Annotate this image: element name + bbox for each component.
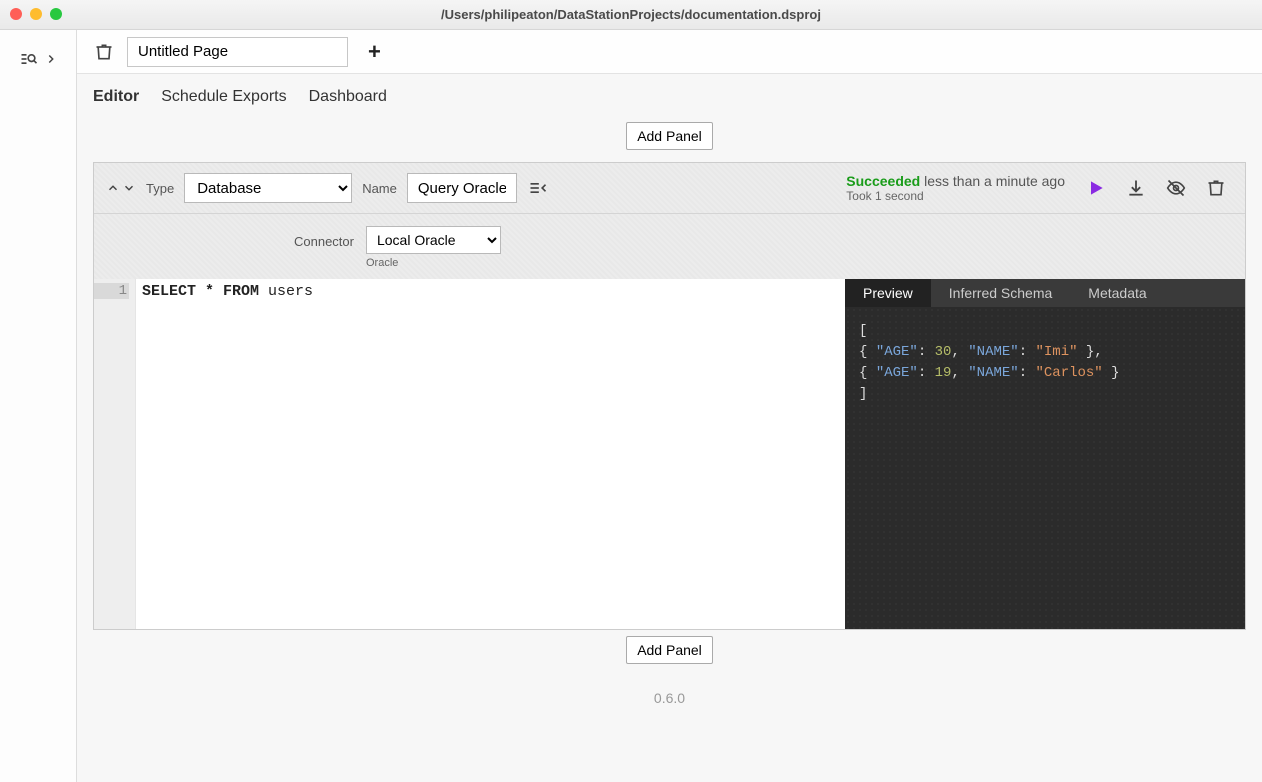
tab-editor[interactable]: Editor bbox=[93, 88, 139, 106]
close-window-button[interactable] bbox=[10, 8, 22, 20]
run-panel-icon[interactable] bbox=[1085, 177, 1107, 199]
panel-type-select[interactable]: Database bbox=[184, 173, 352, 203]
download-results-icon[interactable] bbox=[1125, 177, 1147, 199]
app-version: 0.6.0 bbox=[77, 676, 1262, 720]
hide-results-icon[interactable] bbox=[1165, 177, 1187, 199]
tab-schedule-exports[interactable]: Schedule Exports bbox=[161, 88, 286, 106]
editor-code[interactable]: SELECT * FROM users bbox=[136, 279, 845, 629]
result-pane: Preview Inferred Schema Metadata [ { "AG… bbox=[845, 279, 1245, 629]
sidebar-expand-icon[interactable] bbox=[44, 48, 58, 70]
panel-name-input[interactable] bbox=[407, 173, 517, 203]
window-titlebar: /Users/philipeaton/DataStationProjects/d… bbox=[0, 0, 1262, 30]
type-label: Type bbox=[146, 181, 174, 196]
add-page-button[interactable]: + bbox=[360, 39, 389, 65]
collapse-panel-icon[interactable] bbox=[527, 177, 549, 199]
result-tab-bar: Preview Inferred Schema Metadata bbox=[845, 279, 1245, 307]
line-number: 1 bbox=[94, 283, 129, 299]
status-duration: Took 1 second bbox=[846, 189, 1065, 203]
editor-gutter: 1 bbox=[94, 279, 136, 629]
name-label: Name bbox=[362, 181, 397, 196]
status-relative-time: less than a minute ago bbox=[924, 173, 1065, 189]
query-panel: Type Database Name Succeeded less th bbox=[93, 162, 1246, 630]
panel-connector-row: Connector Local Oracle Oracle bbox=[94, 214, 1245, 279]
connector-vendor: Oracle bbox=[366, 257, 501, 269]
panel-status: Succeeded less than a minute ago Took 1 … bbox=[846, 173, 1065, 203]
delete-page-icon[interactable] bbox=[93, 41, 115, 63]
sidebar-search-icon[interactable] bbox=[18, 48, 40, 70]
result-tab-preview[interactable]: Preview bbox=[845, 279, 931, 307]
sql-keywords: SELECT * FROM bbox=[142, 283, 268, 300]
traffic-lights bbox=[10, 8, 62, 20]
add-panel-button-top[interactable]: Add Panel bbox=[626, 122, 713, 150]
connector-select[interactable]: Local Oracle bbox=[366, 226, 501, 254]
connector-label: Connector bbox=[294, 226, 354, 249]
result-tab-inferred-schema[interactable]: Inferred Schema bbox=[931, 279, 1071, 307]
delete-panel-icon[interactable] bbox=[1205, 177, 1227, 199]
add-panel-button-bottom[interactable]: Add Panel bbox=[626, 636, 713, 664]
sql-identifier: users bbox=[268, 283, 313, 300]
page-tab-bar: + bbox=[77, 30, 1262, 74]
result-tab-metadata[interactable]: Metadata bbox=[1070, 279, 1164, 307]
window-title: /Users/philipeaton/DataStationProjects/d… bbox=[0, 7, 1262, 22]
move-panel-down-icon[interactable] bbox=[122, 181, 136, 195]
result-preview-body[interactable]: [ { "AGE": 30, "NAME": "Imi" }, { "AGE":… bbox=[845, 307, 1245, 629]
move-panel-up-icon[interactable] bbox=[106, 181, 120, 195]
page-title-input[interactable] bbox=[127, 37, 348, 67]
maximize-window-button[interactable] bbox=[50, 8, 62, 20]
panel-header: Type Database Name Succeeded less th bbox=[94, 163, 1245, 214]
minimize-window-button[interactable] bbox=[30, 8, 42, 20]
status-state: Succeeded bbox=[846, 173, 920, 189]
sql-editor[interactable]: 1 SELECT * FROM users bbox=[94, 279, 845, 629]
tab-dashboard[interactable]: Dashboard bbox=[309, 88, 387, 106]
sub-nav: Editor Schedule Exports Dashboard bbox=[77, 74, 1262, 116]
left-sidebar bbox=[0, 30, 77, 782]
